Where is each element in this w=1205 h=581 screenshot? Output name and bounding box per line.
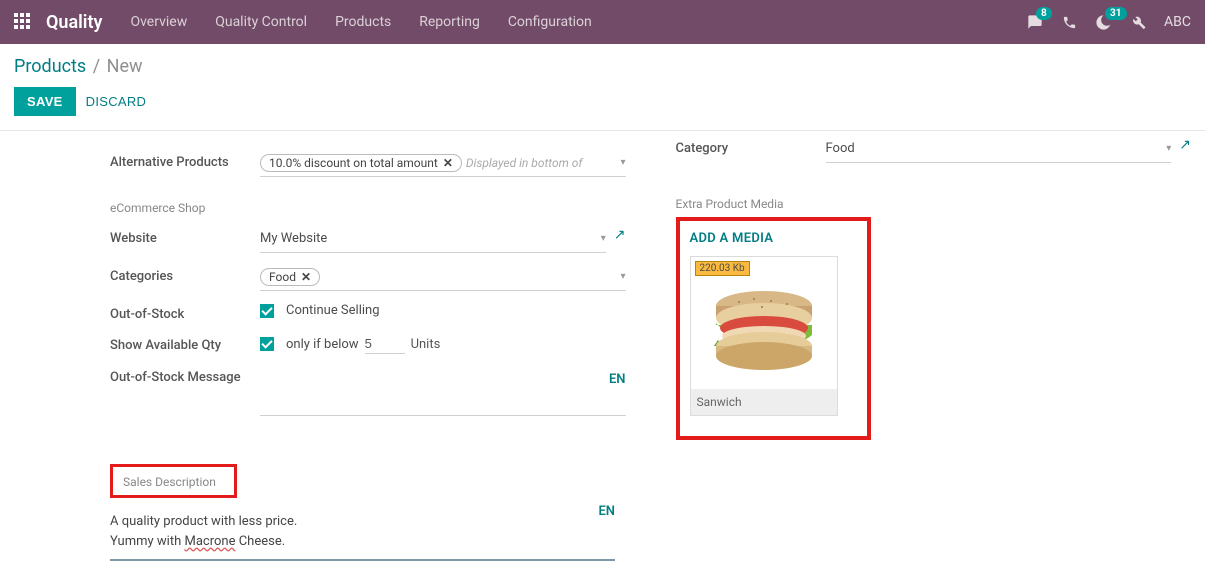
remove-tag-icon[interactable]: ✕ [443, 156, 453, 170]
activities-icon[interactable]: 31 [1095, 14, 1112, 31]
out-of-stock-label: Out-of-Stock [110, 303, 260, 322]
app-name: Quality [46, 12, 102, 33]
extra-media-highlight-box: ADD A MEDIA 220.03 Kb [676, 217, 871, 440]
menu-overview[interactable]: Overview [130, 14, 187, 30]
oos-message-label: Out-of-Stock Message [110, 366, 260, 385]
continue-selling-checkbox[interactable] [260, 304, 274, 318]
breadcrumb: Products / New [14, 56, 1191, 77]
media-card[interactable]: 220.03 Kb [690, 256, 838, 416]
sales-description-field[interactable]: A quality product with less price. Yummy… [110, 504, 615, 561]
apps-icon[interactable] [14, 13, 32, 31]
breadcrumb-sep: / [93, 56, 100, 77]
breadcrumb-current: New [107, 56, 143, 77]
sales-desc-line1: A quality product with less price. [110, 512, 615, 532]
activities-badge: 31 [1105, 7, 1126, 20]
chat-icon[interactable]: 8 [1026, 14, 1044, 30]
status-icons: 8 31 ABC [1026, 14, 1191, 31]
alternative-products-field[interactable]: 10.0% discount on total amount ✕ Display… [260, 151, 626, 177]
website-value: My Website [260, 231, 327, 246]
menu-quality-control[interactable]: Quality Control [215, 14, 307, 30]
alt-products-tag[interactable]: 10.0% discount on total amount ✕ [260, 154, 462, 172]
topbar: Quality Overview Quality Control Product… [0, 0, 1205, 44]
remove-tag-icon[interactable]: ✕ [301, 270, 311, 284]
show-qty-text: only if below [286, 337, 359, 352]
category-label: Category [676, 137, 826, 156]
categories-field[interactable]: Food ✕ ▾ [260, 265, 626, 291]
subheader: Products / New SAVE DISCARD [0, 44, 1205, 120]
categories-tag[interactable]: Food ✕ [260, 268, 320, 286]
ecommerce-section-title: eCommerce Shop [110, 195, 626, 215]
dropdown-caret-icon[interactable]: ▾ [601, 233, 606, 244]
external-link-icon[interactable]: ↗ [614, 227, 626, 243]
add-media-button[interactable]: ADD A MEDIA [690, 231, 857, 246]
form-content: x Alternative Products 10.0% discount on… [0, 131, 1205, 581]
sandwich-icon [699, 268, 829, 378]
chat-badge: 8 [1036, 7, 1052, 20]
sales-desc-line2: Yummy with Macrone Cheese. [110, 532, 615, 552]
media-caption: Sanwich [691, 389, 837, 415]
alternative-products-row: Alternative Products 10.0% discount on t… [110, 145, 626, 183]
sales-description-heading-box: Sales Description [110, 464, 237, 498]
website-label: Website [110, 227, 260, 246]
discard-button[interactable]: DISCARD [86, 94, 147, 109]
category-value: Food [826, 141, 855, 156]
dropdown-caret-icon[interactable]: ▾ [620, 157, 625, 168]
phone-icon[interactable] [1062, 15, 1077, 30]
menu-configuration[interactable]: Configuration [508, 14, 592, 30]
categories-label: Categories [110, 265, 260, 284]
dropdown-caret-icon[interactable]: ▾ [620, 271, 625, 282]
show-qty-units: Units [411, 337, 441, 352]
oos-message-field[interactable]: EN [260, 366, 626, 416]
debug-icon[interactable] [1130, 14, 1146, 30]
breadcrumb-root[interactable]: Products [14, 56, 86, 77]
right-column: Category Food ▾ ↗ Extra Product Media AD… [676, 131, 1192, 561]
user-menu[interactable]: ABC [1164, 14, 1191, 30]
show-qty-checkbox[interactable] [260, 337, 274, 351]
sales-description-heading: Sales Description [123, 475, 216, 489]
save-button[interactable]: SAVE [14, 87, 76, 116]
show-qty-label: Show Available Qty [110, 334, 260, 353]
continue-selling-text: Continue Selling [286, 303, 380, 318]
extra-media-section-title: Extra Product Media [676, 191, 1192, 211]
external-link-icon[interactable]: ↗ [1179, 137, 1191, 153]
translate-button[interactable]: EN [609, 372, 626, 387]
show-qty-threshold-input[interactable] [365, 334, 405, 354]
alternative-products-label: Alternative Products [110, 151, 260, 170]
dropdown-caret-icon[interactable]: ▾ [1166, 143, 1171, 154]
alt-products-hint: Displayed in bottom of [466, 156, 583, 170]
menu-reporting[interactable]: Reporting [419, 14, 480, 30]
menu-products[interactable]: Products [335, 14, 391, 30]
category-field[interactable]: Food ▾ [826, 137, 1172, 163]
left-column: x Alternative Products 10.0% discount on… [110, 131, 626, 561]
main-menu: Overview Quality Control Products Report… [130, 14, 591, 30]
media-size-badge: 220.03 Kb [695, 261, 750, 276]
media-thumbnail [691, 257, 837, 389]
translate-button[interactable]: EN [598, 504, 615, 519]
website-field[interactable]: My Website ▾ [260, 227, 606, 253]
